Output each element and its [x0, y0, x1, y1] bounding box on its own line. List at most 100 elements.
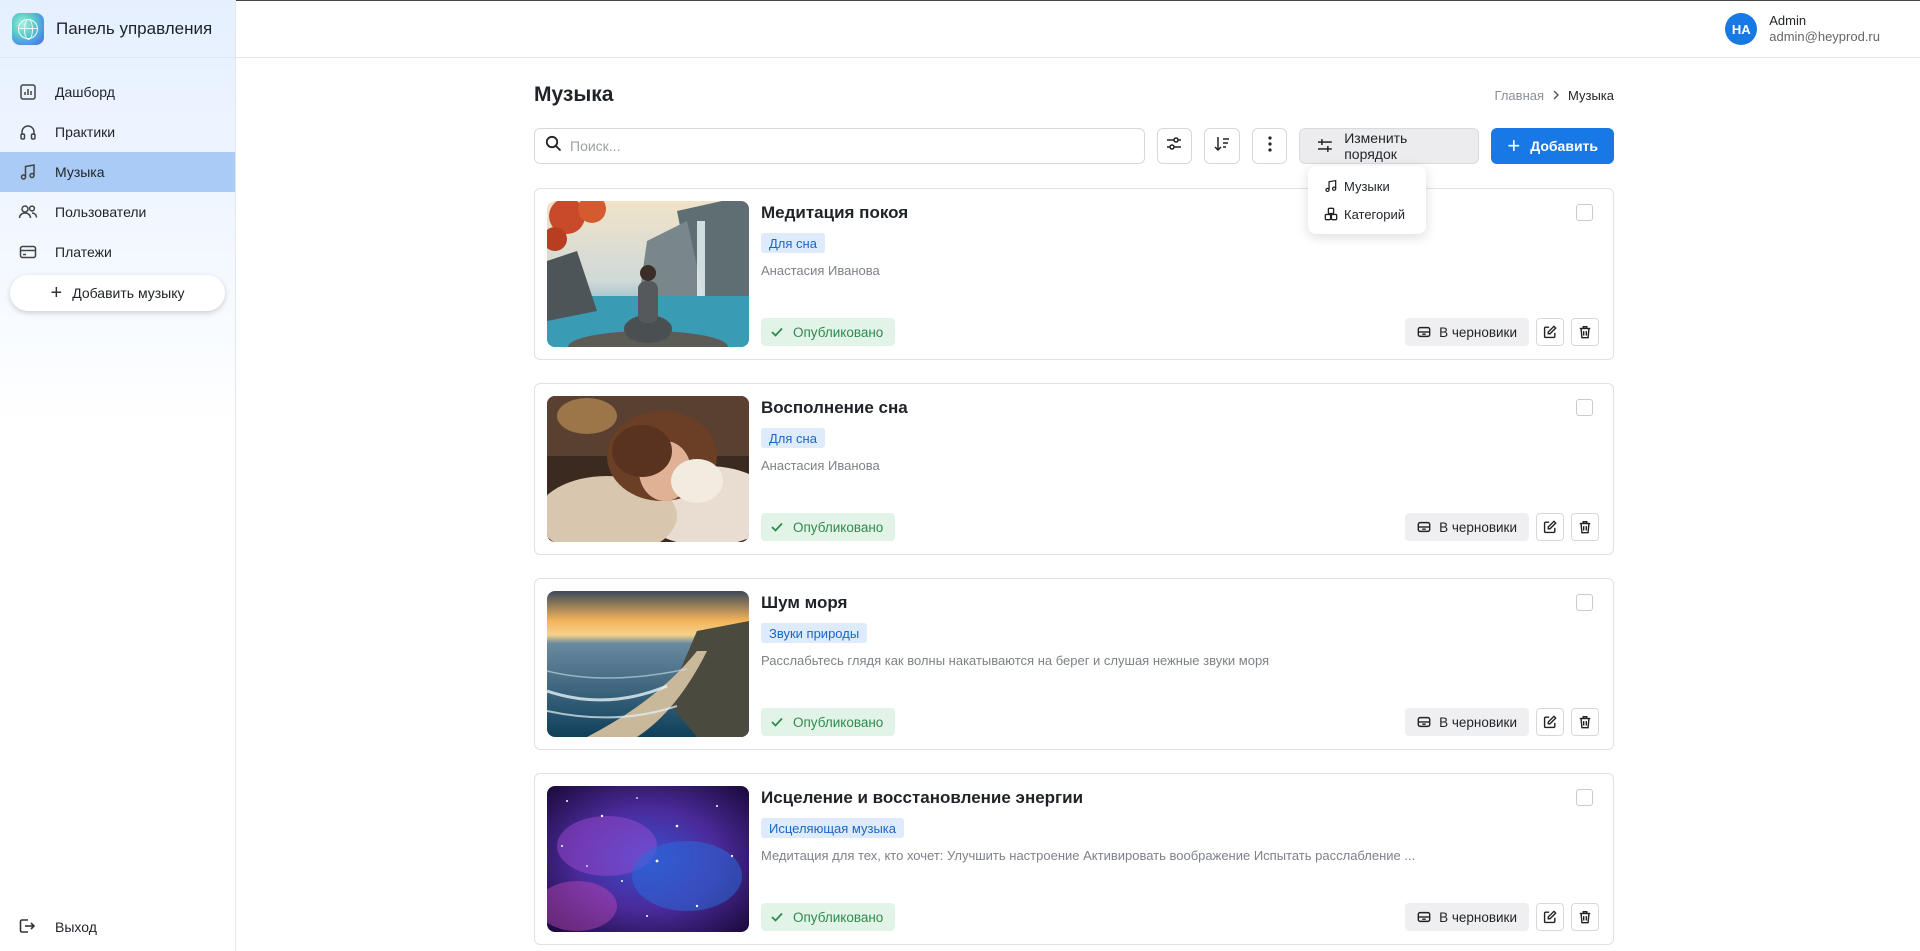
- to-drafts-button[interactable]: В черновики: [1405, 708, 1529, 736]
- to-drafts-button[interactable]: В черновики: [1405, 513, 1529, 541]
- music-card: Восполнение сна Для сна Анастасия Иванов…: [534, 383, 1614, 555]
- select-checkbox[interactable]: [1576, 594, 1593, 611]
- logout-button[interactable]: Выход: [18, 917, 97, 937]
- search-icon: [545, 135, 562, 157]
- check-icon: [771, 717, 783, 727]
- card-icon: [18, 242, 38, 262]
- archive-icon: [1417, 326, 1431, 338]
- edit-icon: [1543, 910, 1557, 924]
- archive-icon: [1417, 716, 1431, 728]
- delete-button[interactable]: [1571, 318, 1599, 346]
- to-drafts-label: В черновики: [1439, 714, 1517, 730]
- to-drafts-button[interactable]: В черновики: [1405, 318, 1529, 346]
- edit-button[interactable]: [1536, 513, 1564, 541]
- more-vertical-icon: [1268, 135, 1272, 157]
- sidebar-item-music[interactable]: Музыка: [0, 152, 235, 192]
- logout-label: Выход: [55, 919, 97, 935]
- cover-image: [547, 396, 749, 542]
- reorder-label: Изменить порядок: [1344, 130, 1408, 162]
- dropdown-item-label: Музыки: [1344, 178, 1390, 194]
- delete-button[interactable]: [1571, 513, 1599, 541]
- status-label: Опубликовано: [793, 909, 884, 925]
- sidebar-item-label: Пользователи: [55, 204, 147, 220]
- check-icon: [771, 912, 783, 922]
- trash-icon: [1579, 716, 1591, 729]
- select-checkbox[interactable]: [1576, 204, 1593, 221]
- topbar: HA Admin admin@heyprod.ru: [236, 0, 1920, 58]
- edit-icon: [1543, 520, 1557, 534]
- add-button[interactable]: + Добавить: [1491, 128, 1615, 164]
- avatar: HA: [1725, 13, 1758, 45]
- cover-image: [547, 786, 749, 932]
- to-drafts-button[interactable]: В черновики: [1405, 903, 1529, 931]
- search-box[interactable]: [534, 128, 1145, 164]
- to-drafts-label: В черновики: [1439, 909, 1517, 925]
- edit-button[interactable]: [1536, 903, 1564, 931]
- sort-button[interactable]: [1204, 128, 1240, 164]
- music-note-icon: [1325, 179, 1337, 193]
- dropdown-item-categories[interactable]: Категорий: [1308, 200, 1426, 228]
- sliders-icon: [1165, 135, 1183, 158]
- status-badge: Опубликовано: [761, 708, 896, 736]
- breadcrumb-home[interactable]: Главная: [1495, 88, 1544, 103]
- users-icon: [18, 202, 38, 222]
- sidebar-item-payments[interactable]: Платежи: [0, 232, 235, 272]
- to-drafts-label: В черновики: [1439, 324, 1517, 340]
- music-note-icon: [18, 162, 38, 182]
- check-icon: [771, 522, 783, 532]
- trash-icon: [1579, 521, 1591, 534]
- plus-icon: +: [1507, 133, 1521, 158]
- sidebar-item-label: Платежи: [55, 244, 112, 260]
- card-title: Исцеление и восстановление энергии: [761, 788, 1084, 807]
- dropdown-item-music[interactable]: Музыки: [1308, 172, 1426, 200]
- search-input[interactable]: [570, 138, 1130, 154]
- sidebar-item-label: Практики: [55, 124, 116, 140]
- delete-button[interactable]: [1571, 708, 1599, 736]
- category-tag: Для сна: [761, 233, 825, 253]
- cover-image: [547, 591, 749, 737]
- select-checkbox[interactable]: [1576, 399, 1593, 416]
- card-title: Восполнение сна: [761, 398, 908, 417]
- user-menu[interactable]: HA Admin admin@heyprod.ru: [1725, 13, 1880, 45]
- add-music-label: Добавить музыку: [72, 285, 185, 301]
- sidebar-item-label: Музыка: [55, 164, 105, 180]
- card-description: Анастасия Иванова: [761, 263, 880, 278]
- user-email: admin@heyprod.ru: [1769, 29, 1880, 44]
- trash-icon: [1579, 911, 1591, 924]
- reorder-button[interactable]: Изменить порядок: [1299, 128, 1480, 164]
- chart-icon: [18, 82, 38, 102]
- sort-icon: [1213, 135, 1231, 158]
- edit-icon: [1543, 715, 1557, 729]
- status-label: Опубликовано: [793, 519, 884, 535]
- edit-button[interactable]: [1536, 708, 1564, 736]
- card-title: Шум моря: [761, 593, 848, 612]
- cover-image: [547, 201, 749, 347]
- delete-button[interactable]: [1571, 903, 1599, 931]
- music-list: Медитация покоя Для сна Анастасия Иванов…: [534, 188, 1614, 945]
- logo-icon: [12, 12, 44, 45]
- edit-button[interactable]: [1536, 318, 1564, 346]
- sidebar: Панель управления Дашборд Практики Музык…: [0, 0, 236, 951]
- archive-icon: [1417, 521, 1431, 533]
- user-name: Admin: [1769, 13, 1807, 28]
- more-button[interactable]: [1251, 128, 1288, 164]
- status-badge: Опубликовано: [761, 318, 896, 346]
- sidebar-item-dashboard[interactable]: Дашборд: [0, 72, 235, 112]
- main-content: Музыка Главная Музыка Поиск... Изменить …: [534, 58, 1615, 951]
- filter-button[interactable]: [1156, 128, 1193, 164]
- to-drafts-label: В черновики: [1439, 519, 1517, 535]
- sidebar-item-practices[interactable]: Практики: [0, 112, 235, 152]
- dropdown-item-label: Категорий: [1344, 206, 1405, 222]
- categories-icon: [1324, 207, 1338, 221]
- edit-icon: [1543, 325, 1557, 339]
- sidebar-item-users[interactable]: Пользователи: [0, 192, 235, 232]
- card-description: Анастасия Иванова: [761, 458, 880, 473]
- reorder-icon: [1318, 139, 1333, 152]
- music-card: Шум моря Звуки природы Расслабьтесь гляд…: [534, 578, 1614, 750]
- toolbar: Изменить порядок + Добавить: [534, 128, 1615, 164]
- page-header: Музыка Главная Музыка: [534, 58, 1614, 124]
- status-label: Опубликовано: [793, 714, 884, 730]
- add-music-button[interactable]: + Добавить музыку: [10, 275, 225, 311]
- select-checkbox[interactable]: [1576, 789, 1593, 806]
- headphones-icon: [18, 122, 38, 142]
